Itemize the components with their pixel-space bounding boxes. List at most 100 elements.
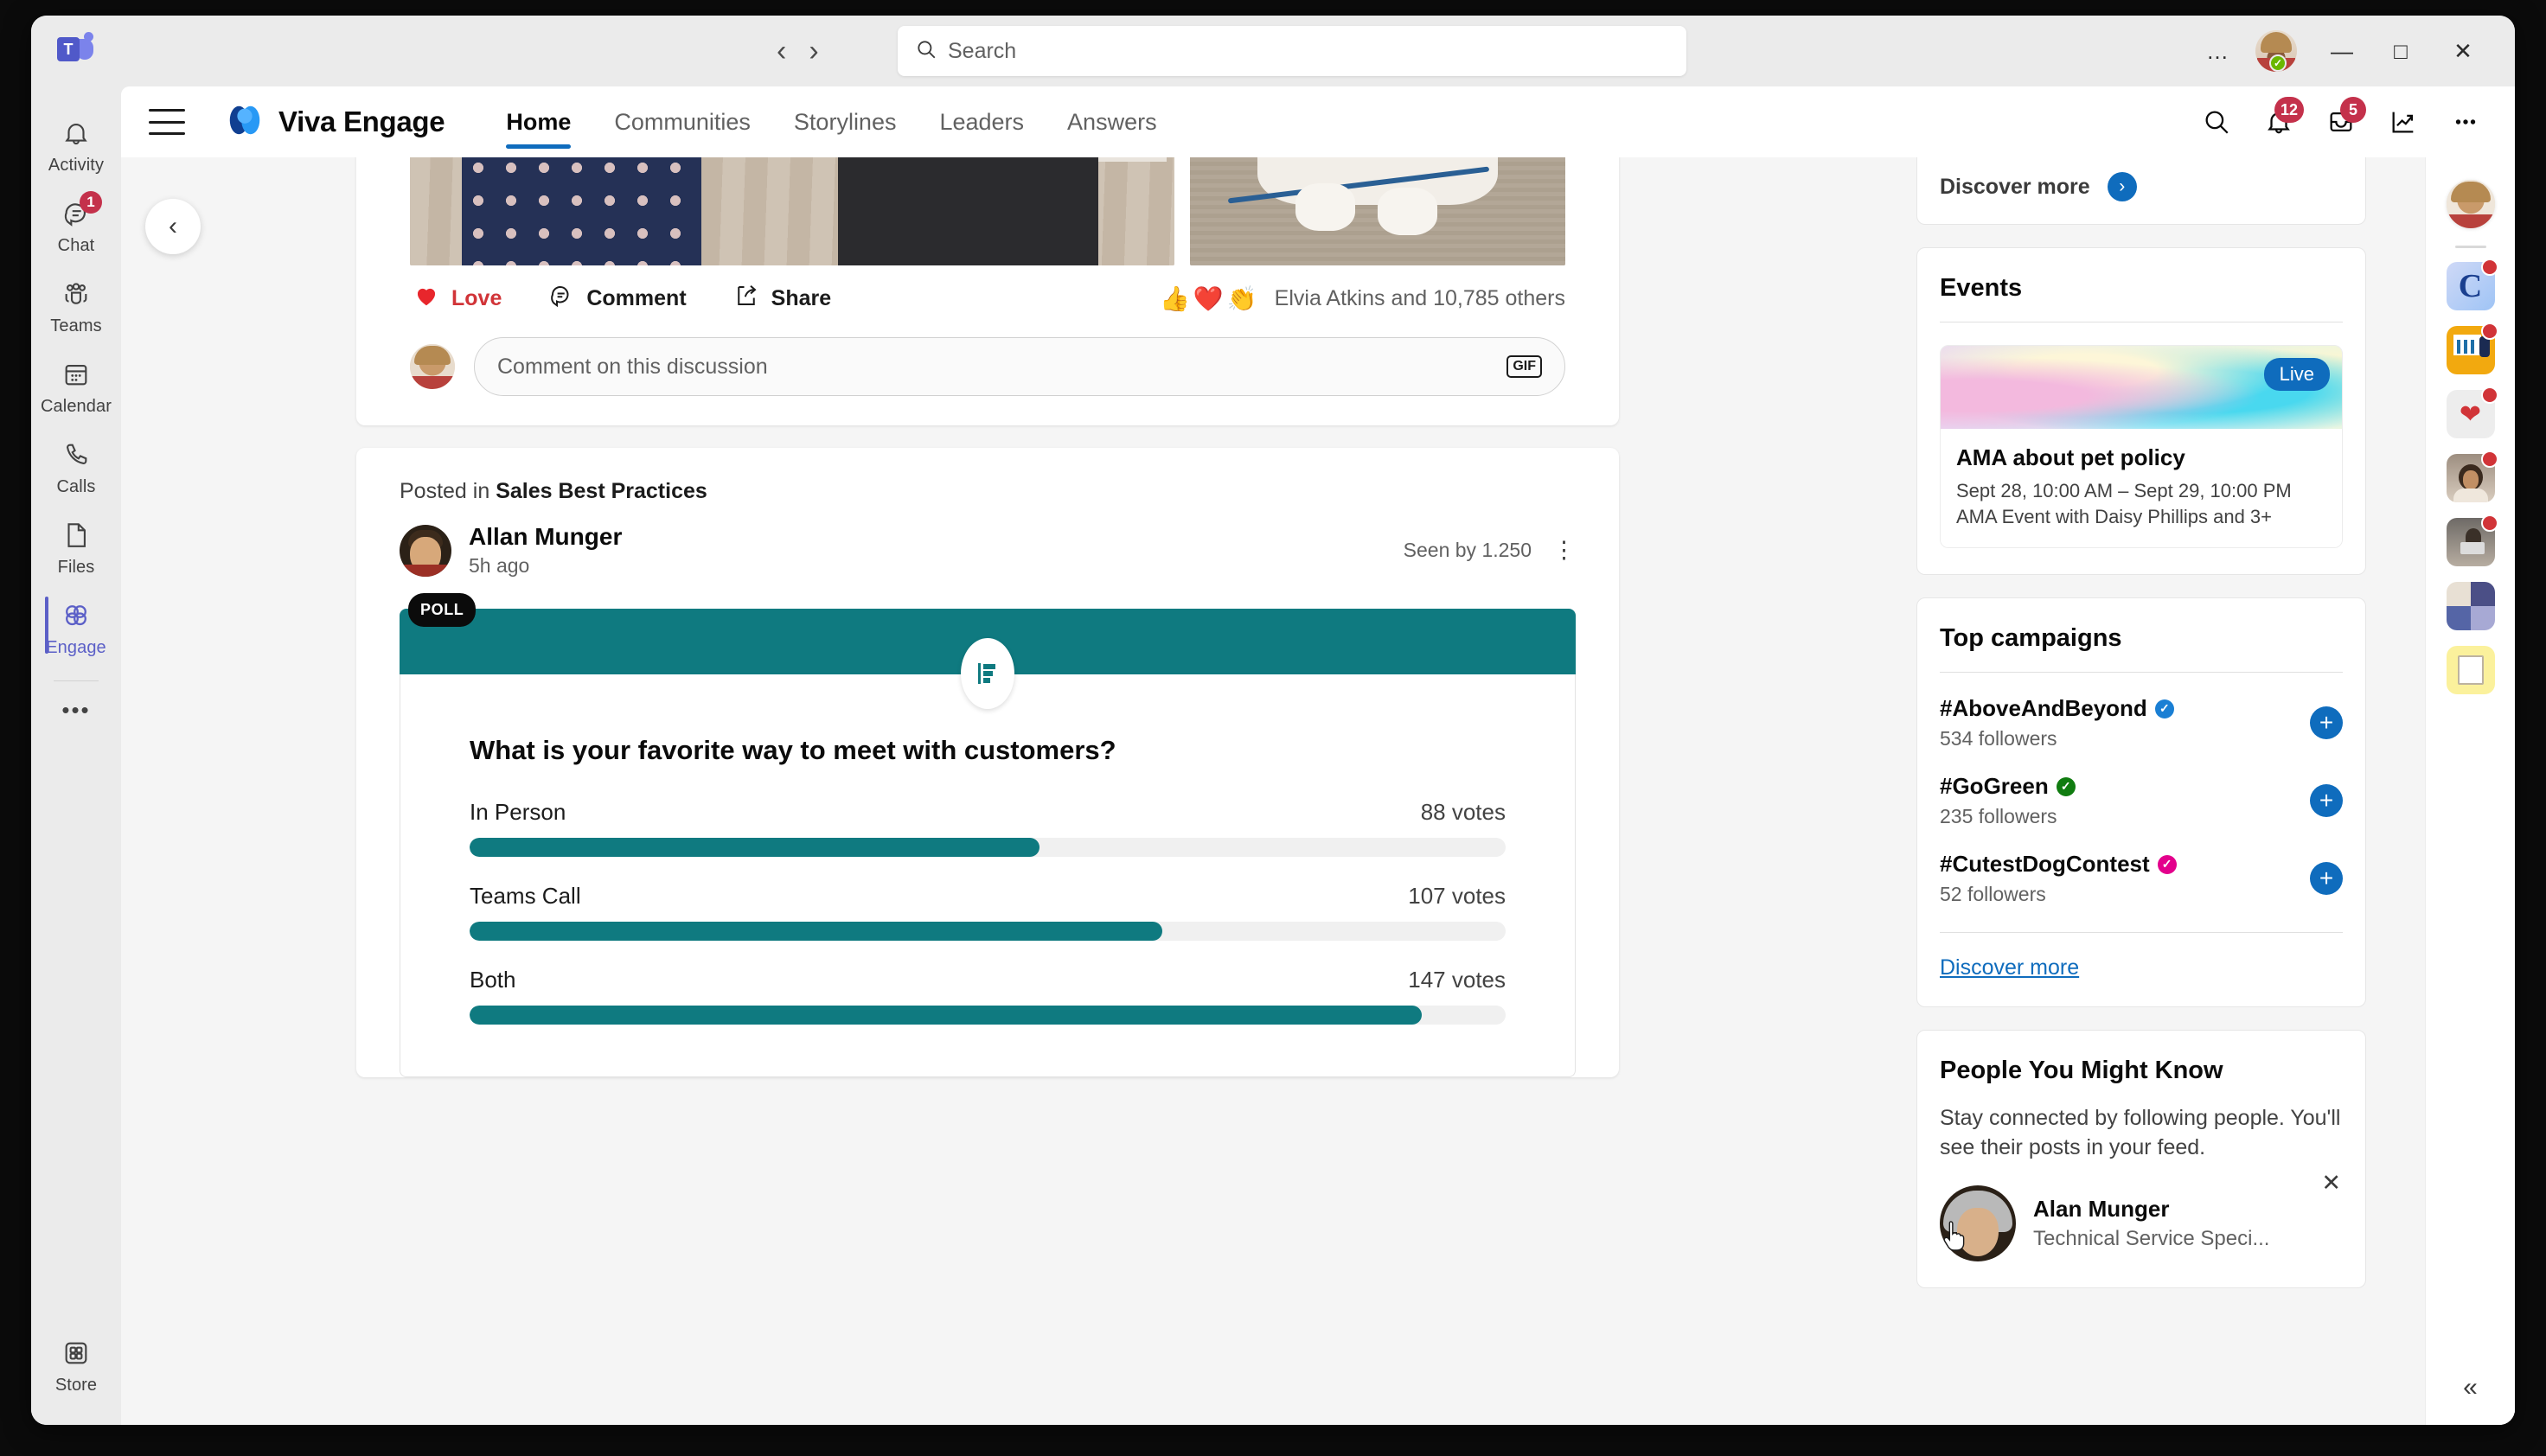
poll-option-fill: [470, 1006, 1422, 1025]
posted-in-line: Posted in Sales Best Practices: [356, 448, 1619, 504]
campaigns-discover-more-link[interactable]: Discover more: [1940, 955, 2079, 980]
file-icon: [61, 517, 91, 553]
rail-item-chat[interactable]: 1 Chat: [31, 186, 121, 266]
comment-label: Comment: [586, 286, 687, 310]
rail-item-teams[interactable]: Teams: [31, 266, 121, 347]
top-campaigns-card: Top campaigns #AboveAndBeyond ✓ 534 foll…: [1916, 597, 2366, 1007]
campaign-row: #CutestDogContest ✓ 52 followers +: [1940, 851, 2343, 906]
dismiss-suggestion-icon[interactable]: ✕: [2321, 1170, 2341, 1197]
app-icon-person-photo[interactable]: [2446, 450, 2498, 502]
minimize-button[interactable]: —: [2313, 25, 2371, 77]
poll-option[interactable]: Both 147 votes: [470, 967, 1506, 1025]
rail-item-calls[interactable]: Calls: [31, 427, 121, 508]
rail-user-avatar[interactable]: [2446, 180, 2495, 228]
poll-option-track: [470, 1006, 1506, 1025]
forward-button[interactable]: ›: [809, 36, 818, 66]
titlebar-more-button[interactable]: …: [2188, 25, 2247, 77]
poll-option-track: [470, 922, 1506, 941]
poll-body: What is your favorite way to meet with c…: [400, 674, 1576, 1077]
poll-option-fill: [470, 838, 1040, 857]
poll-option-label: Both: [470, 967, 516, 993]
poll-option-votes: 107 votes: [1408, 883, 1506, 909]
app-icon-people-grid[interactable]: [2446, 582, 2495, 630]
pymk-person-row[interactable]: Alan Munger Technical Service Speci... ✕: [1940, 1170, 2343, 1261]
comment-composer: Comment on this discussion GIF: [356, 327, 1619, 425]
back-button[interactable]: ‹: [777, 36, 786, 66]
rail-label: Engage: [46, 638, 106, 657]
follow-campaign-button[interactable]: +: [2310, 706, 2343, 739]
love-label: Love: [451, 286, 502, 310]
maximize-button[interactable]: □: [2371, 25, 2430, 77]
brand-title: Viva Engage: [278, 105, 445, 137]
post-more-options-icon[interactable]: ⋮: [1552, 539, 1576, 562]
gif-button[interactable]: GIF: [1506, 355, 1542, 378]
poll-option[interactable]: Teams Call 107 votes: [470, 883, 1506, 941]
current-user-avatar[interactable]: ✓: [2255, 30, 2297, 72]
engage-more-icon[interactable]: [2439, 95, 2492, 149]
event-item[interactable]: Live AMA about pet policy Sept 28, 10:00…: [1940, 345, 2343, 548]
right-sidebar: Discover more › Events Live AMA about pe…: [1916, 157, 2366, 1311]
reaction-summary[interactable]: 👍 ❤️ 👏 Elvia Atkins and 10,785 others: [1160, 284, 1565, 313]
notification-count-badge: 12: [2274, 97, 2304, 123]
rail-item-files[interactable]: Files: [31, 508, 121, 588]
posted-in-prefix: Posted in: [400, 479, 496, 503]
rail-item-store[interactable]: Store: [31, 1325, 121, 1406]
tab-leaders[interactable]: Leaders: [918, 86, 1046, 157]
author-avatar[interactable]: [400, 524, 451, 577]
discover-more-row[interactable]: Discover more ›: [1940, 172, 2343, 201]
campaign-name-wrap[interactable]: #GoGreen ✓: [1940, 773, 2310, 800]
rail-label: Store: [54, 1376, 98, 1395]
app-icon-documents[interactable]: [2446, 646, 2495, 694]
app-icon-c[interactable]: [2446, 259, 2498, 310]
close-button[interactable]: ✕: [2430, 25, 2496, 77]
event-host: AMA Event with Daisy Phillips and 3+: [1956, 506, 2273, 527]
tab-home[interactable]: Home: [484, 86, 592, 157]
app-icon-meeting-photo[interactable]: [2446, 514, 2498, 566]
community-link[interactable]: Sales Best Practices: [496, 479, 707, 503]
app-icon-presentation[interactable]: [2446, 322, 2498, 374]
follow-campaign-button[interactable]: +: [2310, 784, 2343, 817]
comment-button[interactable]: Comment: [545, 276, 689, 322]
verified-badge-icon: ✓: [2154, 699, 2174, 718]
engage-icon: [61, 597, 92, 634]
rail-more-apps-button[interactable]: •••: [61, 686, 90, 734]
tab-storylines[interactable]: Storylines: [772, 86, 918, 157]
post-image-dog[interactable]: [1190, 157, 1565, 265]
hamburger-menu-icon[interactable]: [149, 109, 185, 135]
rail-item-calendar[interactable]: Calendar: [31, 347, 121, 427]
post-media-gallery[interactable]: [356, 157, 1619, 265]
app-icon-praise-heart[interactable]: ❤: [2446, 386, 2498, 438]
love-button[interactable]: Love: [410, 276, 505, 322]
author-name[interactable]: Allan Munger: [469, 523, 622, 551]
poll-bars-icon: [961, 638, 1014, 709]
comment-placeholder: Comment on this discussion: [497, 354, 768, 379]
inbox-count-badge: 5: [2340, 97, 2366, 123]
analytics-icon[interactable]: [2376, 95, 2430, 149]
post-image-meeting[interactable]: [410, 157, 1174, 265]
unread-dot: [2480, 514, 2498, 532]
pymk-person-name: Alan Munger: [2033, 1195, 2170, 1222]
pymk-avatar: [1940, 1185, 2016, 1261]
comment-input[interactable]: Comment on this discussion GIF: [474, 337, 1565, 396]
notifications-bell-icon[interactable]: 12: [2252, 95, 2306, 149]
follow-campaign-button[interactable]: +: [2310, 862, 2343, 895]
tab-communities[interactable]: Communities: [592, 86, 772, 157]
share-button[interactable]: Share: [730, 276, 835, 322]
engage-content: ‹ Love Comment Share 👍 ❤️ 👏 Elvia Atkins…: [121, 157, 2515, 1425]
collapse-right-rail-icon[interactable]: «: [2463, 1373, 2478, 1402]
tab-answers[interactable]: Answers: [1046, 86, 1179, 157]
engage-search-icon[interactable]: [2190, 95, 2243, 149]
campaign-name-wrap[interactable]: #AboveAndBeyond ✓: [1940, 695, 2310, 722]
rail-item-engage[interactable]: Engage: [31, 588, 121, 668]
post-header-right: Seen by 1.250 ⋮: [1404, 539, 1576, 562]
campaign-name-wrap[interactable]: #CutestDogContest ✓: [1940, 851, 2310, 878]
share-icon: [733, 283, 759, 315]
collapse-left-panel-button[interactable]: ‹: [145, 199, 201, 254]
poll-option[interactable]: In Person 88 votes: [470, 799, 1506, 857]
chevron-right-icon: ›: [2107, 172, 2137, 201]
inbox-icon[interactable]: 5: [2314, 95, 2368, 149]
unread-dot: [2480, 450, 2498, 468]
heart-emoji-icon: ❤️: [1193, 285, 1224, 312]
rail-item-activity[interactable]: Activity: [31, 105, 121, 186]
global-search-box[interactable]: Search: [898, 26, 1686, 76]
